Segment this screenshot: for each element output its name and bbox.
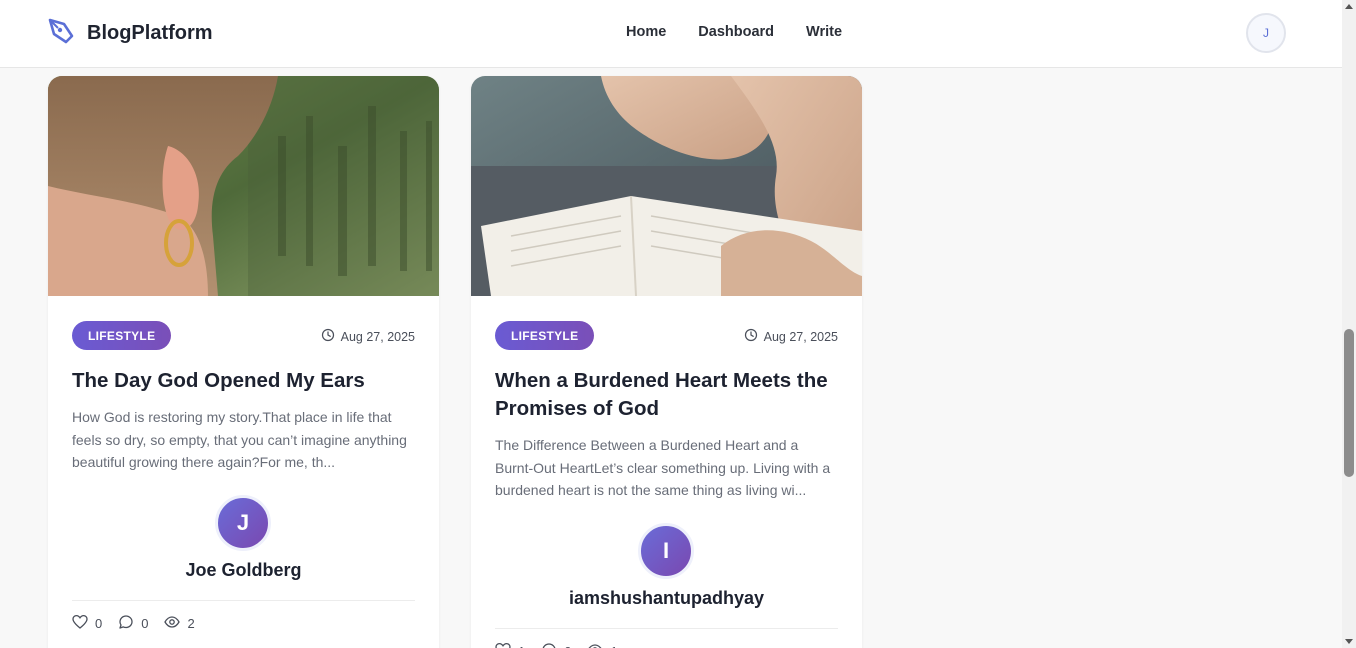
main-nav: Home Dashboard Write — [626, 24, 874, 40]
nav-link-dashboard[interactable]: Dashboard — [698, 24, 774, 40]
comments-count: 0 — [564, 644, 571, 648]
post-title[interactable]: The Day God Opened My Ears — [72, 367, 417, 395]
post-date-text: Aug 27, 2025 — [763, 329, 838, 344]
post-date-text: Aug 27, 2025 — [340, 329, 415, 344]
post-date: Aug 27, 2025 — [321, 328, 415, 345]
likes-count: 1 — [518, 644, 525, 648]
post-excerpt: How God is restoring my story.That place… — [72, 409, 407, 470]
comments-stat[interactable]: 0 — [118, 614, 148, 633]
author-avatar[interactable]: J — [215, 495, 271, 551]
card-divider — [72, 600, 415, 601]
pen-nib-icon — [47, 17, 75, 50]
category-badge[interactable]: LIFESTYLE — [495, 321, 595, 350]
views-count: 1 — [610, 644, 617, 648]
clock-icon — [744, 328, 764, 345]
comments-stat[interactable]: 0 — [541, 642, 571, 648]
likes-stat[interactable]: 1 — [495, 642, 525, 648]
heart-icon — [72, 614, 95, 633]
views-count: 2 — [187, 616, 195, 631]
post-excerpt: The Difference Between a Burdened Heart … — [495, 437, 831, 498]
post-stats: 1 0 1 — [495, 642, 634, 648]
author-avatar[interactable]: I — [638, 523, 694, 579]
post-stats: 0 0 2 — [72, 614, 211, 633]
views-stat: 1 — [587, 642, 618, 648]
card-divider — [495, 628, 838, 629]
clock-icon — [321, 328, 341, 345]
scrollbar-thumb[interactable] — [1344, 329, 1354, 477]
nav-link-home[interactable]: Home — [626, 24, 666, 40]
likes-stat[interactable]: 0 — [72, 614, 102, 633]
heart-icon — [495, 642, 518, 648]
page-scrollbar[interactable] — [1342, 0, 1356, 648]
views-stat: 2 — [164, 614, 195, 633]
scroll-up-arrow-icon[interactable] — [1345, 4, 1353, 9]
comment-icon — [541, 642, 564, 648]
top-navbar: BlogPlatform Home Dashboard Write J — [0, 0, 1342, 68]
post-cover-image[interactable] — [48, 76, 439, 296]
category-badge[interactable]: LIFESTYLE — [72, 321, 172, 350]
post-date: Aug 27, 2025 — [744, 328, 838, 345]
post-card[interactable]: LIFESTYLE Aug 27, 2025 When a Burdened H… — [471, 76, 862, 648]
brand-link[interactable]: BlogPlatform — [47, 17, 213, 50]
nav-link-write[interactable]: Write — [806, 24, 842, 40]
eye-icon — [164, 614, 187, 633]
eye-icon — [587, 642, 610, 648]
comments-count: 0 — [141, 616, 149, 631]
user-avatar-button[interactable]: J — [1246, 13, 1286, 53]
post-title[interactable]: When a Burdened Heart Meets the Promises… — [495, 367, 840, 423]
author-name[interactable]: Joe Goldberg — [48, 560, 439, 581]
post-card[interactable]: LIFESTYLE Aug 27, 2025 The Day God Opene… — [48, 76, 439, 648]
likes-count: 0 — [95, 616, 103, 631]
author-name[interactable]: iamshushantupadhyay — [471, 588, 862, 609]
post-cover-image[interactable] — [471, 76, 862, 296]
scroll-down-arrow-icon[interactable] — [1345, 639, 1353, 644]
brand-name: BlogPlatform — [87, 22, 213, 44]
comment-icon — [118, 614, 141, 633]
